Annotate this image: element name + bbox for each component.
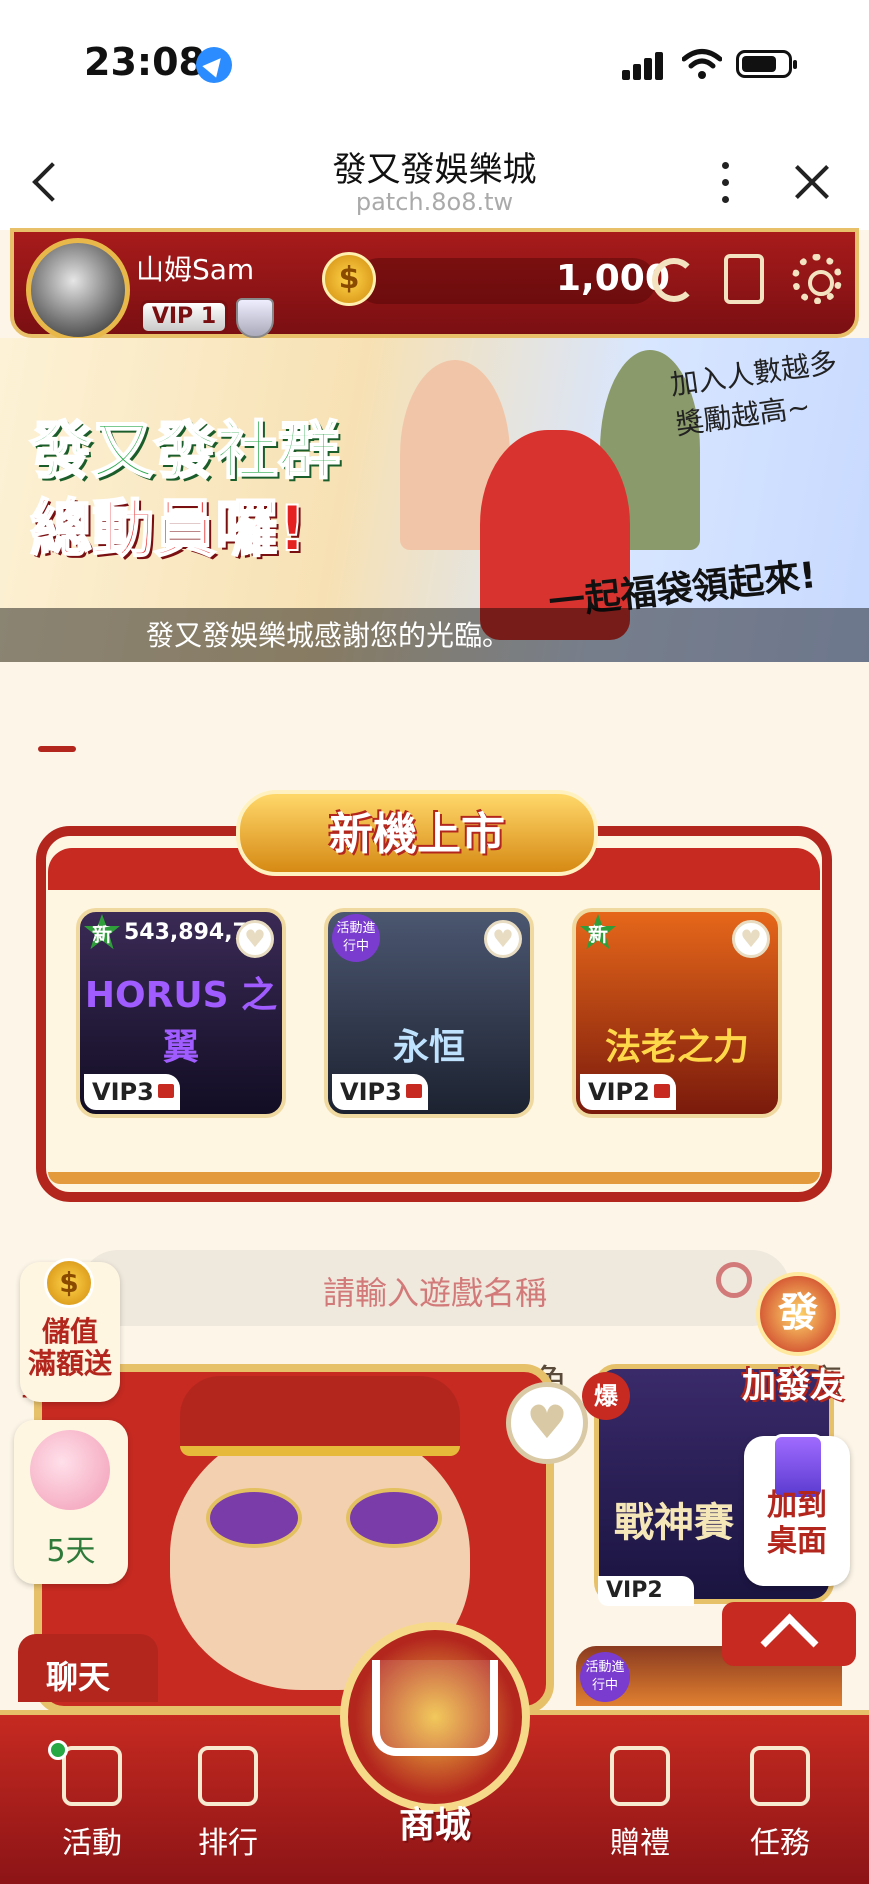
category-tabs: 全部 最愛 機台 牌桌 捕魚 益智 鑽石廳 bbox=[0, 668, 869, 1404]
notification-dot bbox=[48, 1740, 68, 1760]
new-tag: 新 bbox=[580, 914, 616, 950]
recharge-label-2: 滿額送 bbox=[27, 1347, 112, 1380]
username: 山姆Sam bbox=[136, 253, 255, 286]
piggy-bank-icon bbox=[30, 1430, 110, 1510]
location-icon bbox=[196, 47, 232, 83]
hot-tag: 爆 bbox=[582, 1372, 630, 1420]
vip-requirement: VIP3 bbox=[84, 1074, 180, 1110]
vip-badge[interactable]: VIP 1 bbox=[140, 300, 228, 334]
status-time: 23:08 bbox=[84, 40, 205, 84]
game-card-horus[interactable]: HORUS 之翼 新 543,894,72 ♥ VIP3 bbox=[76, 908, 286, 1118]
vip-requirement: VIP2 bbox=[580, 1074, 676, 1110]
panel-title: 新機上市 bbox=[329, 809, 505, 860]
refresh-icon[interactable] bbox=[652, 258, 696, 302]
event-tag: 活動進行中 bbox=[580, 1652, 630, 1702]
active-tab-indicator bbox=[38, 746, 76, 752]
trophy-icon bbox=[198, 1746, 258, 1806]
fa-coin-icon: 發 bbox=[756, 1272, 840, 1356]
back-button[interactable] bbox=[28, 158, 68, 204]
vip-label: VIP2 bbox=[588, 1078, 650, 1106]
nav-label: 贈禮 bbox=[610, 1826, 670, 1861]
bag-icon[interactable] bbox=[724, 254, 764, 304]
signal-icon bbox=[622, 52, 664, 80]
caishen-hat-illustration bbox=[180, 1376, 460, 1456]
favorite-heart-icon[interactable]: ♥ bbox=[506, 1382, 588, 1464]
wifi-icon bbox=[682, 49, 722, 79]
scroll-to-top-button[interactable] bbox=[722, 1602, 856, 1666]
gift-icon bbox=[610, 1746, 670, 1806]
add-friend-label: 加發友 bbox=[742, 1366, 844, 1406]
banner-title-line1: 發又發社群 bbox=[29, 413, 341, 488]
favorite-heart-icon[interactable]: ♥ bbox=[732, 920, 770, 958]
nav-task[interactable]: 任務 bbox=[720, 1740, 840, 1861]
lock-icon bbox=[158, 1084, 174, 1098]
task-calendar-icon bbox=[750, 1746, 810, 1806]
vip-requirement: VIP3 bbox=[332, 1074, 428, 1110]
vip-label: VIP3 bbox=[92, 1078, 154, 1106]
banner-title-line2: 總動員囉! bbox=[29, 491, 307, 566]
panel-bottom-stripe bbox=[48, 1172, 820, 1184]
favorite-heart-icon[interactable]: ♥ bbox=[236, 920, 274, 958]
lock-icon bbox=[406, 1084, 422, 1098]
browser-header: 發又發娛樂城 patch.8o8.tw bbox=[0, 130, 869, 230]
chat-label: 聊天 bbox=[45, 1658, 110, 1696]
favorite-heart-icon[interactable]: ♥ bbox=[484, 920, 522, 958]
shopping-cart-icon bbox=[372, 1660, 498, 1756]
close-button[interactable] bbox=[790, 160, 834, 204]
nav-label: 任務 bbox=[750, 1826, 810, 1861]
shield-icon[interactable] bbox=[236, 298, 274, 338]
game-title: HORUS 之翼 bbox=[84, 975, 278, 1068]
side-game-title: 戰神賽 bbox=[614, 1500, 734, 1546]
game-card-pharaoh[interactable]: 法老之力 新 ♥ VIP2 bbox=[572, 908, 782, 1118]
game-title: 永恒 bbox=[392, 1027, 465, 1068]
piggy-days-remaining: 5天 bbox=[46, 1534, 96, 1569]
more-menu-button[interactable] bbox=[716, 160, 736, 206]
game-card-eternal[interactable]: 永恒 活動進行中 ♥ VIP3 bbox=[324, 908, 534, 1118]
coin-icon: $ bbox=[322, 252, 376, 306]
page-title: 發又發娛樂城 bbox=[332, 150, 537, 190]
avatar[interactable] bbox=[26, 238, 130, 342]
nav-label: 活動 bbox=[62, 1826, 122, 1861]
app-root: 23:08 發又發娛樂城 patch.8o8.tw 山姆Sam VIP 1 $ … bbox=[0, 0, 869, 1884]
nav-gift[interactable]: 贈禮 bbox=[580, 1740, 700, 1861]
nav-activity[interactable]: 活動 bbox=[32, 1740, 152, 1861]
marquee-text: 發又發娛樂城感謝您的光臨。 bbox=[146, 619, 511, 652]
megaphone-icon bbox=[62, 1746, 122, 1806]
lock-icon bbox=[654, 1084, 670, 1098]
game-title: 法老之力 bbox=[604, 1027, 749, 1068]
nav-label: 排行 bbox=[198, 1826, 258, 1861]
new-tag: 新 bbox=[84, 914, 120, 950]
settings-gear-icon[interactable] bbox=[792, 254, 842, 304]
vip-requirement: VIP2 bbox=[598, 1576, 694, 1606]
battery-icon bbox=[736, 50, 797, 78]
nav-ranking[interactable]: 排行 bbox=[168, 1740, 288, 1861]
search-placeholder: 請輸入遊戲名稱 bbox=[322, 1274, 547, 1312]
caishen-glasses-illustration bbox=[206, 1488, 446, 1548]
vip-label: VIP3 bbox=[340, 1078, 402, 1106]
coin-icon: $ bbox=[44, 1258, 94, 1308]
page-url: patch.8o8.tw bbox=[355, 188, 514, 216]
nav-shop-label: 商城 bbox=[398, 1805, 471, 1846]
add-to-desktop-label-2: 桌面 bbox=[767, 1524, 827, 1559]
event-tag: 活動進行中 bbox=[332, 914, 380, 962]
